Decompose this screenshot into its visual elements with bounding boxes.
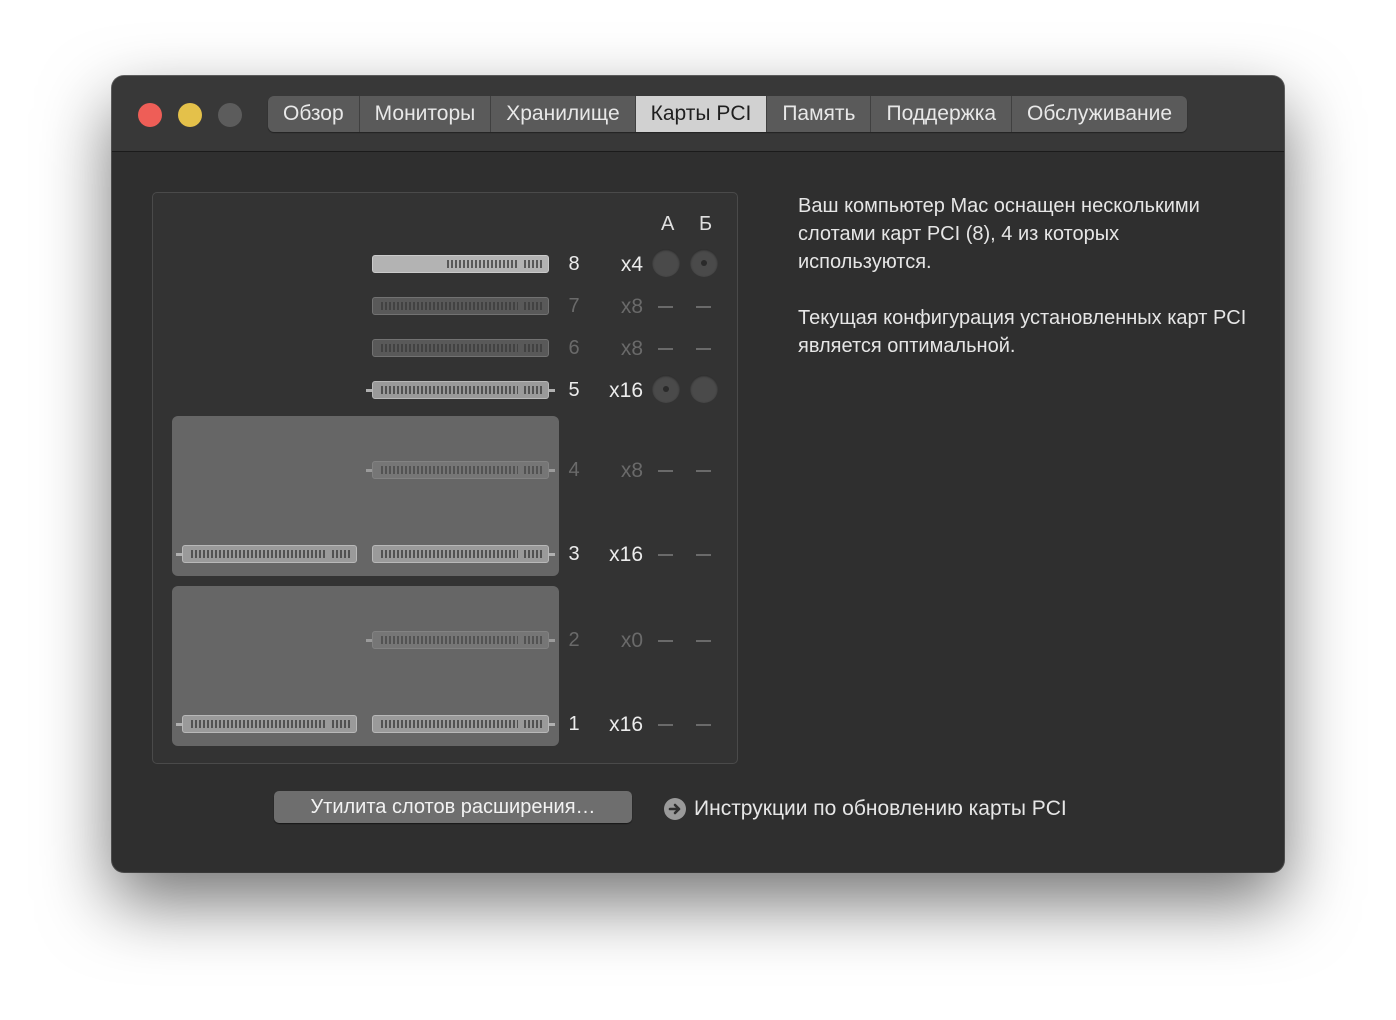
minimize-button[interactable] — [178, 103, 202, 127]
slot-7-b-dash — [696, 306, 711, 308]
slot-3-lanes: x16 — [609, 543, 643, 566]
slot-1-card-right — [372, 715, 555, 733]
slot-1-a-dash — [658, 724, 673, 726]
slot-5-lanes: x16 — [609, 379, 643, 402]
expansion-slot-utility-button[interactable]: Утилита слотов расширения… — [274, 791, 632, 823]
slot-8-lanes: x4 — [620, 253, 643, 276]
slot-1-number: 1 — [568, 713, 580, 735]
tab-pci-cards[interactable]: Карты PCI — [635, 96, 768, 132]
slot-1-b-dash — [696, 724, 711, 726]
slot-1-card-left — [176, 715, 357, 733]
slot-3-card-left — [176, 545, 357, 563]
slot-3-a-dash — [658, 554, 673, 556]
slot-7-card — [372, 297, 549, 315]
tab-service[interactable]: Обслуживание — [1012, 96, 1187, 132]
slot-2-lanes: x0 — [620, 629, 643, 652]
pci-slot-diagram: А Б 8 x4 7 x8 6 x8 5 x16 4 x8 3 x16 2 x0… — [152, 192, 738, 764]
slot-7-a-dash — [658, 306, 673, 308]
column-header-a: А — [661, 213, 675, 235]
slot-6-card — [372, 339, 549, 357]
slot-5-a-indicator — [652, 375, 680, 403]
slot-8-card — [372, 255, 549, 273]
slot-4-number: 4 — [568, 459, 580, 481]
tab-displays[interactable]: Мониторы — [360, 96, 492, 132]
pci-upgrade-instructions-label: Инструкции по обновлению карты PCI — [694, 797, 1067, 820]
tab-memory[interactable]: Память — [767, 96, 872, 132]
zoom-button[interactable] — [218, 103, 242, 127]
slot-2-a-dash — [658, 640, 673, 642]
slot-5-card — [366, 381, 555, 399]
tab-storage[interactable]: Хранилище — [491, 96, 636, 132]
title-bar: Обзор Мониторы Хранилище Карты PCI Памят… — [112, 76, 1284, 152]
slot-4-card — [366, 461, 555, 479]
tab-overview[interactable]: Обзор — [268, 96, 360, 132]
slot-3-card-right — [372, 545, 555, 563]
tab-support[interactable]: Поддержка — [871, 96, 1013, 132]
pci-upgrade-instructions-link[interactable]: Инструкции по обновлению карты PCI — [664, 794, 1067, 824]
slot-6-a-dash — [658, 348, 673, 350]
column-header-b: Б — [699, 213, 713, 235]
slot-5-b-indicator — [690, 375, 718, 403]
slot-6-lanes: x8 — [620, 337, 643, 360]
system-info-window: Обзор Мониторы Хранилище Карты PCI Памят… — [112, 76, 1284, 872]
slot-3-b-dash — [696, 554, 711, 556]
tab-bar: Обзор Мониторы Хранилище Карты PCI Памят… — [268, 96, 1188, 132]
pci-info-text: Ваш компьютер Mac оснащен несколькими сл… — [798, 192, 1258, 388]
slot-2-number: 2 — [568, 629, 580, 651]
arrow-right-circle-icon — [664, 798, 686, 820]
slot-2-card — [366, 631, 555, 649]
close-button[interactable] — [138, 103, 162, 127]
slot-4-b-dash — [696, 470, 711, 472]
slot-8-b-indicator — [690, 249, 718, 277]
slot-8-a-indicator — [652, 249, 680, 277]
slot-3-number: 3 — [568, 543, 580, 565]
slot-6-b-dash — [696, 348, 711, 350]
slot-4-lanes: x8 — [620, 459, 643, 482]
slot-1-lanes: x16 — [609, 713, 643, 736]
slot-5-number: 5 — [568, 379, 580, 401]
configuration-status-text: Текущая конфигурация установленных карт … — [798, 307, 1247, 357]
slot-8-number: 8 — [568, 253, 580, 275]
slot-usage-text: Ваш компьютер Mac оснащен несколькими сл… — [798, 195, 1200, 273]
slot-4-a-dash — [658, 470, 673, 472]
slot-6-number: 6 — [568, 337, 580, 359]
slot-7-lanes: x8 — [620, 295, 643, 318]
slot-2-b-dash — [696, 640, 711, 642]
slot-7-number: 7 — [568, 295, 580, 317]
